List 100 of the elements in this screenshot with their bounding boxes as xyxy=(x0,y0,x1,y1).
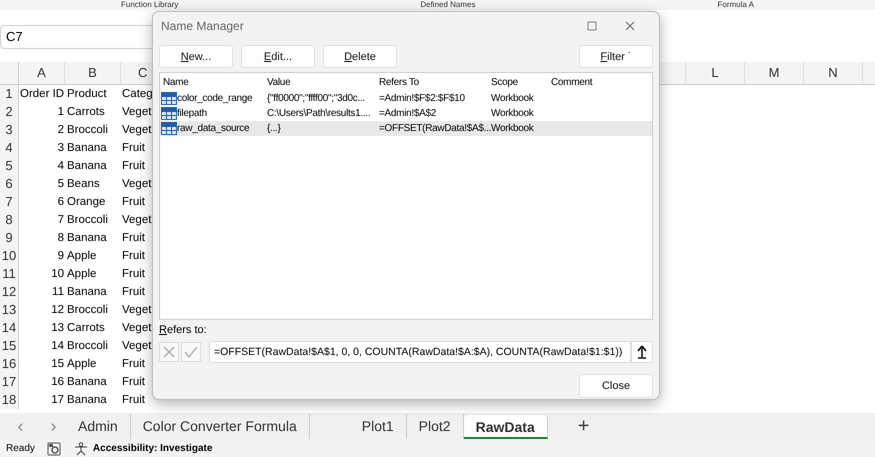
table-cell-text: 10 xyxy=(50,267,65,282)
row-header[interactable]: 1 xyxy=(0,85,19,103)
table-cell-text: Broccoli xyxy=(66,213,109,228)
sheet-tab[interactable]: Admin xyxy=(66,414,131,439)
table-cell-text: Banana xyxy=(66,231,108,246)
column-header[interactable]: A xyxy=(19,62,65,84)
row-header[interactable]: 17 xyxy=(0,373,19,391)
name-list-row[interactable]: color_code_range {"ff0000";"ffff00";"3d0c... =Admin!$F$2:$F$10 Workbook xyxy=(160,91,652,106)
table-cell-text: 6 xyxy=(56,195,65,210)
table-cell-text: Veget xyxy=(121,123,152,138)
table-cell-text: Veget xyxy=(121,105,152,120)
table-cell-text: 12 xyxy=(50,303,65,318)
row-header[interactable]: 5 xyxy=(0,157,19,175)
refers-to-text: =Admin!$F$2:$F$10 xyxy=(378,93,466,104)
add-sheet-button[interactable]: + xyxy=(578,415,590,438)
table-cell-text: 17 xyxy=(50,393,65,408)
table-cell-text: Orange xyxy=(66,195,106,210)
column-header[interactable]: Scope xyxy=(488,76,548,88)
table-cell-text: Carrots xyxy=(66,105,106,120)
value-text: C:\Users\Path\results1.... xyxy=(266,108,372,119)
row-header[interactable]: 11 xyxy=(0,265,19,283)
table-cell-text: Broccoli xyxy=(66,339,109,354)
table-cell-text: 4 xyxy=(56,159,65,174)
table-cell-text: Fruit xyxy=(121,393,146,408)
table-cell-text: Broccoli xyxy=(66,123,109,138)
row-header[interactable]: 3 xyxy=(0,121,19,139)
table-cell-text: 8 xyxy=(56,231,65,246)
table-cell-text: Fruit xyxy=(121,195,146,210)
table-cell-text: Fruit xyxy=(121,285,146,300)
scope-text: Workbook xyxy=(490,108,535,119)
name-text: raw_data_source xyxy=(177,123,250,134)
refers-to-label: Refers to: xyxy=(159,324,208,338)
refers-to-text: =OFFSET(RawData!$A$... xyxy=(378,123,488,134)
table-cell-text: Apple xyxy=(66,357,98,372)
table-cell-text: 15 xyxy=(50,357,65,372)
table-cell-text: 14 xyxy=(50,339,65,354)
table-cell-text: Veget xyxy=(121,213,152,228)
row-header[interactable]: 13 xyxy=(0,301,19,319)
refers-to-text: =Admin!$A$2 xyxy=(378,108,438,119)
row-header[interactable]: 16 xyxy=(0,355,19,373)
table-cell-text: 1 xyxy=(56,105,65,120)
table-cell-text: Fruit xyxy=(121,249,146,264)
cancel-icon xyxy=(159,342,179,362)
row-header[interactable]: 10 xyxy=(0,247,19,265)
row-header[interactable]: 8 xyxy=(0,211,19,229)
sheet-tab[interactable]: Color Converter Formula xyxy=(130,414,310,439)
close-button[interactable]: Close xyxy=(579,374,653,398)
table-cell-text: Veget xyxy=(121,177,152,192)
column-header[interactable]: M xyxy=(745,62,804,84)
accessibility-status[interactable]: Accessibility: Investigate xyxy=(92,443,212,454)
column-header[interactable]: L xyxy=(686,62,745,84)
table-cell-text: 3 xyxy=(56,141,65,156)
table-cell-text: Veget xyxy=(121,303,152,318)
row-header[interactable]: 7 xyxy=(0,193,19,211)
row-header[interactable]: 18 xyxy=(0,391,19,409)
macro-recorder-icon xyxy=(46,442,61,456)
table-cell-text: Veget xyxy=(121,339,152,354)
range-grid-icon xyxy=(161,107,177,120)
scope-text: Workbook xyxy=(490,93,535,104)
collapse-dialog-button[interactable] xyxy=(631,341,653,363)
table-cell-text: Banana xyxy=(66,159,108,174)
table-cell-text: Fruit xyxy=(121,141,146,156)
table-cell-text: Carrots xyxy=(66,321,106,336)
row-header[interactable]: 12 xyxy=(0,283,19,301)
dialog-button[interactable]: Delete xyxy=(323,45,397,68)
column-header[interactable]: Value xyxy=(264,76,376,88)
dialog-button[interactable]: New... xyxy=(159,45,233,68)
row-header[interactable]: 15 xyxy=(0,337,19,355)
name-list-row[interactable]: raw_data_source {...} =OFFSET(RawData!$A$...Workbook xyxy=(160,121,652,136)
dialog-title: Name Manager xyxy=(160,19,245,33)
column-header[interactable]: Refers To xyxy=(376,76,488,88)
ribbon-group-label: Formula A xyxy=(718,0,754,10)
row-header[interactable]: 9 xyxy=(0,229,19,247)
scope-text: Workbook xyxy=(490,123,535,134)
refers-to-field[interactable]: =OFFSET(RawData!$A$1, 0, 0, COUNTA(RawData!$A:$A), COUNTA(RawData!$1:$1)) xyxy=(209,341,631,363)
row-header[interactable]: 6 xyxy=(0,175,19,193)
dialog-button[interactable]: Edit... xyxy=(241,45,315,68)
ribbon-group-label: Defined Names xyxy=(420,0,476,10)
row-header[interactable]: 4 xyxy=(0,139,19,157)
sheet-tab[interactable]: RawData xyxy=(464,414,548,438)
row-header[interactable]: 14 xyxy=(0,319,19,337)
maximize-icon xyxy=(587,21,597,31)
column-header[interactable]: B xyxy=(65,62,121,84)
table-cell-text: Fruit xyxy=(121,159,146,174)
table-cell-text: Apple xyxy=(66,267,98,282)
column-header[interactable]: N xyxy=(804,62,863,84)
filter-button[interactable]: Filter ˙ xyxy=(579,45,653,68)
row-header[interactable]: 2 xyxy=(0,103,19,121)
sheet-tab[interactable]: Plot1 xyxy=(350,414,407,439)
table-cell-text: 5 xyxy=(56,177,65,192)
table-cell-text: 11 xyxy=(51,285,65,300)
name-text: color_code_range xyxy=(177,93,252,104)
status-text: Ready xyxy=(6,443,35,454)
table-cell-text: Fruit xyxy=(121,357,146,372)
name-text: filepath xyxy=(177,108,207,119)
table-cell-text: Banana xyxy=(66,141,108,156)
value-text: {...} xyxy=(266,123,282,134)
name-list-row[interactable]: filepath C:\Users\Path\results1.... =Admin!$A$2 Workbook xyxy=(160,106,652,121)
accessibility-icon xyxy=(72,442,89,456)
column-header[interactable]: Comment xyxy=(548,76,652,88)
